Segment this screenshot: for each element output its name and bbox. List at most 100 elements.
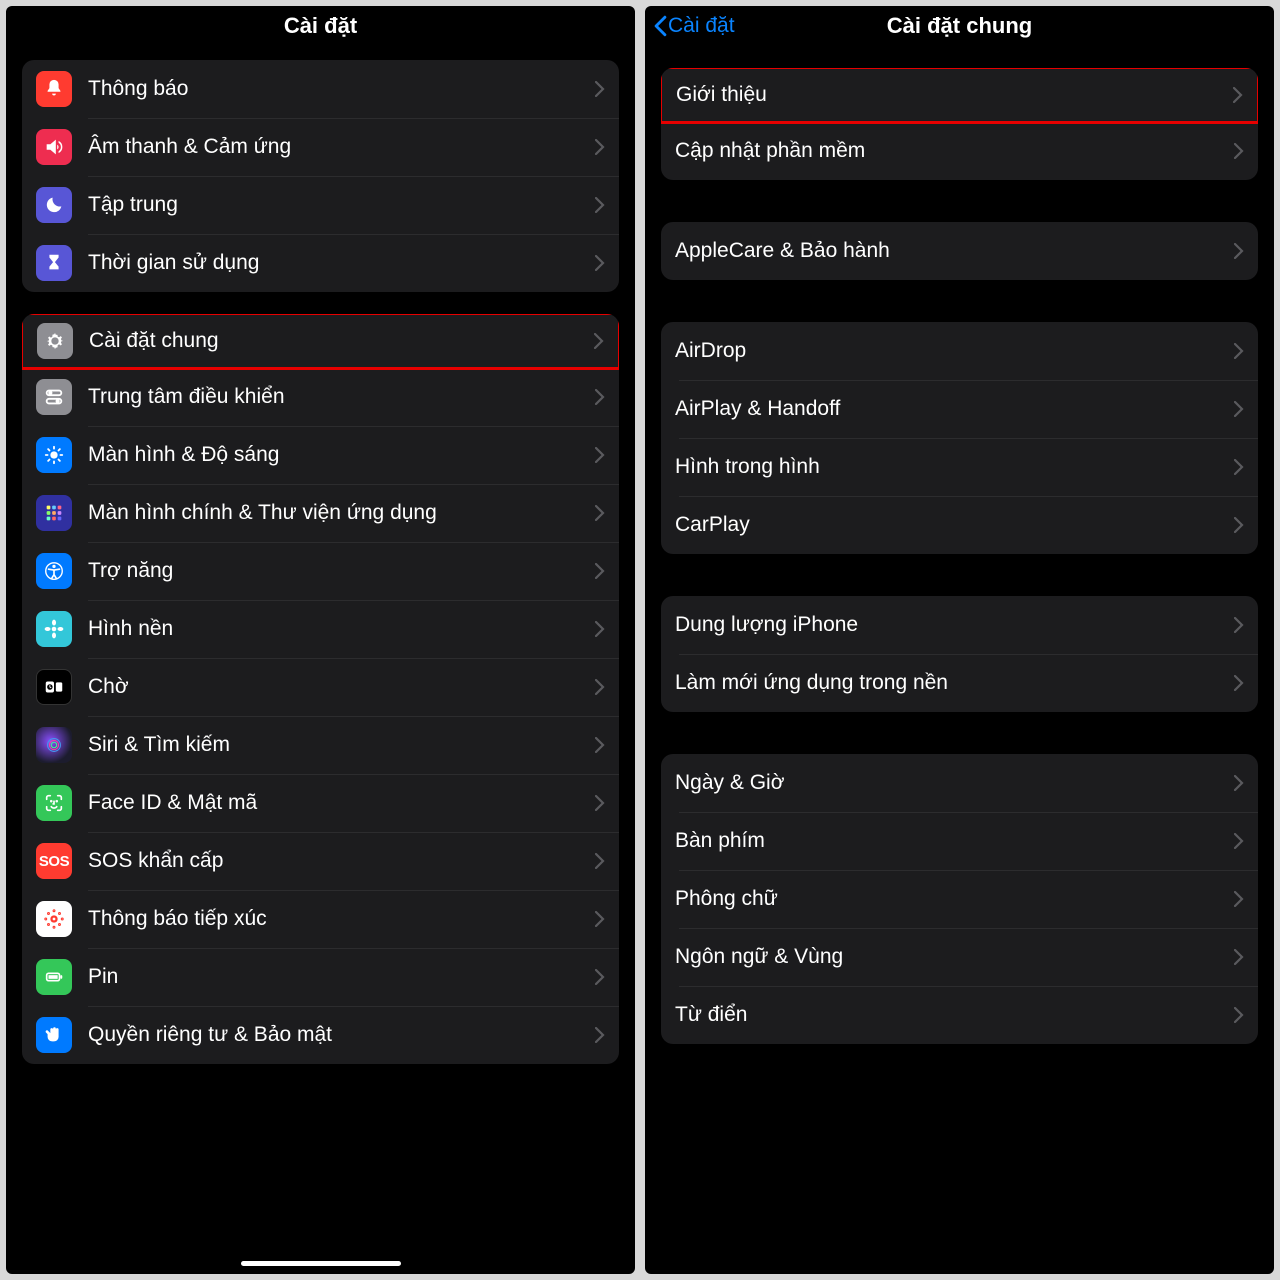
hand-icon bbox=[36, 1017, 72, 1053]
header: Cài đặt Cài đặt chung bbox=[645, 6, 1274, 46]
row-label: Ngày & Giờ bbox=[675, 771, 1234, 795]
row-sos[interactable]: SOS SOS khẩn cấp bbox=[22, 832, 619, 890]
row-label: Thời gian sử dụng bbox=[88, 251, 595, 275]
general-group-2: AppleCare & Bảo hành bbox=[661, 222, 1258, 280]
row-faceid[interactable]: Face ID & Mật mã bbox=[22, 774, 619, 832]
row-label: Bàn phím bbox=[675, 829, 1234, 853]
row-label: Quyền riêng tư & Bảo mật bbox=[88, 1023, 595, 1047]
chevron-right-icon bbox=[1234, 891, 1244, 907]
row-label: Cập nhật phần mềm bbox=[675, 139, 1234, 163]
row-keyboard[interactable]: Bàn phím bbox=[661, 812, 1258, 870]
standby-icon bbox=[36, 669, 72, 705]
faceid-icon bbox=[36, 785, 72, 821]
chevron-right-icon bbox=[1234, 401, 1244, 417]
chevron-right-icon bbox=[595, 737, 605, 753]
row-label: Từ điển bbox=[675, 1003, 1234, 1027]
chevron-right-icon bbox=[595, 853, 605, 869]
row-pip[interactable]: Hình trong hình bbox=[661, 438, 1258, 496]
sun-icon bbox=[36, 437, 72, 473]
general-list[interactable]: Giới thiệu Cập nhật phần mềm AppleCare &… bbox=[645, 46, 1274, 1274]
row-airplay[interactable]: AirPlay & Handoff bbox=[661, 380, 1258, 438]
row-battery[interactable]: Pin bbox=[22, 948, 619, 1006]
row-datetime[interactable]: Ngày & Giờ bbox=[661, 754, 1258, 812]
row-label: Siri & Tìm kiếm bbox=[88, 733, 595, 757]
row-label: Pin bbox=[88, 965, 595, 989]
chevron-right-icon bbox=[1234, 1007, 1244, 1023]
chevron-right-icon bbox=[595, 197, 605, 213]
header: Cài đặt bbox=[6, 6, 635, 46]
chevron-right-icon bbox=[1234, 833, 1244, 849]
hourglass-icon bbox=[36, 245, 72, 281]
accessibility-icon bbox=[36, 553, 72, 589]
chevron-right-icon bbox=[1234, 243, 1244, 259]
row-siri[interactable]: Siri & Tìm kiếm bbox=[22, 716, 619, 774]
row-wallpaper[interactable]: Hình nền bbox=[22, 600, 619, 658]
chevron-right-icon bbox=[1234, 949, 1244, 965]
row-standby[interactable]: Chờ bbox=[22, 658, 619, 716]
chevron-right-icon bbox=[595, 1027, 605, 1043]
back-button[interactable]: Cài đặt bbox=[653, 14, 735, 38]
row-carplay[interactable]: CarPlay bbox=[661, 496, 1258, 554]
row-label: Cài đặt chung bbox=[89, 329, 594, 353]
chevron-right-icon bbox=[1234, 617, 1244, 633]
row-label: Chờ bbox=[88, 675, 595, 699]
settings-group-2: Cài đặt chung Trung tâm điều khiển Màn h… bbox=[22, 314, 619, 1064]
row-exposure[interactable]: Thông báo tiếp xúc bbox=[22, 890, 619, 948]
chevron-right-icon bbox=[595, 447, 605, 463]
row-applecare[interactable]: AppleCare & Bảo hành bbox=[661, 222, 1258, 280]
row-general[interactable]: Cài đặt chung bbox=[22, 314, 619, 370]
row-storage[interactable]: Dung lượng iPhone bbox=[661, 596, 1258, 654]
chevron-right-icon bbox=[595, 679, 605, 695]
apps-icon bbox=[36, 495, 72, 531]
row-dictionary[interactable]: Từ điển bbox=[661, 986, 1258, 1044]
row-sounds[interactable]: Âm thanh & Cảm ứng bbox=[22, 118, 619, 176]
back-label: Cài đặt bbox=[668, 14, 735, 38]
row-label: Face ID & Mật mã bbox=[88, 791, 595, 815]
row-label: Trợ năng bbox=[88, 559, 595, 583]
row-about[interactable]: Giới thiệu bbox=[661, 68, 1258, 124]
settings-list[interactable]: Thông báo Âm thanh & Cảm ứng Tập trung bbox=[6, 46, 635, 1274]
row-label: Thông báo tiếp xúc bbox=[88, 907, 595, 931]
general-group-5: Ngày & Giờ Bàn phím Phông chữ Ngôn ngữ &… bbox=[661, 754, 1258, 1044]
speaker-icon bbox=[36, 129, 72, 165]
row-software-update[interactable]: Cập nhật phần mềm bbox=[661, 122, 1258, 180]
general-settings-screen: Cài đặt Cài đặt chung Giới thiệu Cập nhậ… bbox=[645, 6, 1274, 1274]
page-title: Cài đặt bbox=[284, 13, 357, 39]
chevron-right-icon bbox=[1234, 675, 1244, 691]
siri-icon bbox=[36, 727, 72, 763]
row-label: Trung tâm điều khiển bbox=[88, 385, 595, 409]
chevron-right-icon bbox=[595, 139, 605, 155]
chevron-right-icon bbox=[1234, 143, 1244, 159]
chevron-right-icon bbox=[595, 621, 605, 637]
row-focus[interactable]: Tập trung bbox=[22, 176, 619, 234]
row-fonts[interactable]: Phông chữ bbox=[661, 870, 1258, 928]
row-screentime[interactable]: Thời gian sử dụng bbox=[22, 234, 619, 292]
row-background-refresh[interactable]: Làm mới ứng dụng trong nền bbox=[661, 654, 1258, 712]
row-display[interactable]: Màn hình & Độ sáng bbox=[22, 426, 619, 484]
row-label: Giới thiệu bbox=[676, 83, 1233, 107]
row-homescreen[interactable]: Màn hình chính & Thư viện ứng dụng bbox=[22, 484, 619, 542]
row-language[interactable]: Ngôn ngữ & Vùng bbox=[661, 928, 1258, 986]
row-accessibility[interactable]: Trợ năng bbox=[22, 542, 619, 600]
chevron-right-icon bbox=[595, 255, 605, 271]
row-airdrop[interactable]: AirDrop bbox=[661, 322, 1258, 380]
settings-screen: Cài đặt Thông báo Âm thanh & Cảm ứng bbox=[6, 6, 635, 1274]
row-label: Màn hình chính & Thư viện ứng dụng bbox=[88, 501, 595, 525]
sos-icon: SOS bbox=[36, 843, 72, 879]
row-label: Phông chữ bbox=[675, 887, 1234, 911]
row-label: CarPlay bbox=[675, 513, 1234, 537]
moon-icon bbox=[36, 187, 72, 223]
exposure-icon bbox=[36, 901, 72, 937]
gear-icon bbox=[37, 323, 73, 359]
chevron-right-icon bbox=[595, 911, 605, 927]
chevron-right-icon bbox=[595, 795, 605, 811]
row-notifications[interactable]: Thông báo bbox=[22, 60, 619, 118]
row-label: Ngôn ngữ & Vùng bbox=[675, 945, 1234, 969]
row-privacy[interactable]: Quyền riêng tư & Bảo mật bbox=[22, 1006, 619, 1064]
home-indicator[interactable] bbox=[241, 1261, 401, 1266]
row-label: Hình trong hình bbox=[675, 455, 1234, 479]
row-label: AppleCare & Bảo hành bbox=[675, 239, 1234, 263]
row-control-center[interactable]: Trung tâm điều khiển bbox=[22, 368, 619, 426]
general-group-1: Giới thiệu Cập nhật phần mềm bbox=[661, 68, 1258, 180]
chevron-right-icon bbox=[595, 389, 605, 405]
